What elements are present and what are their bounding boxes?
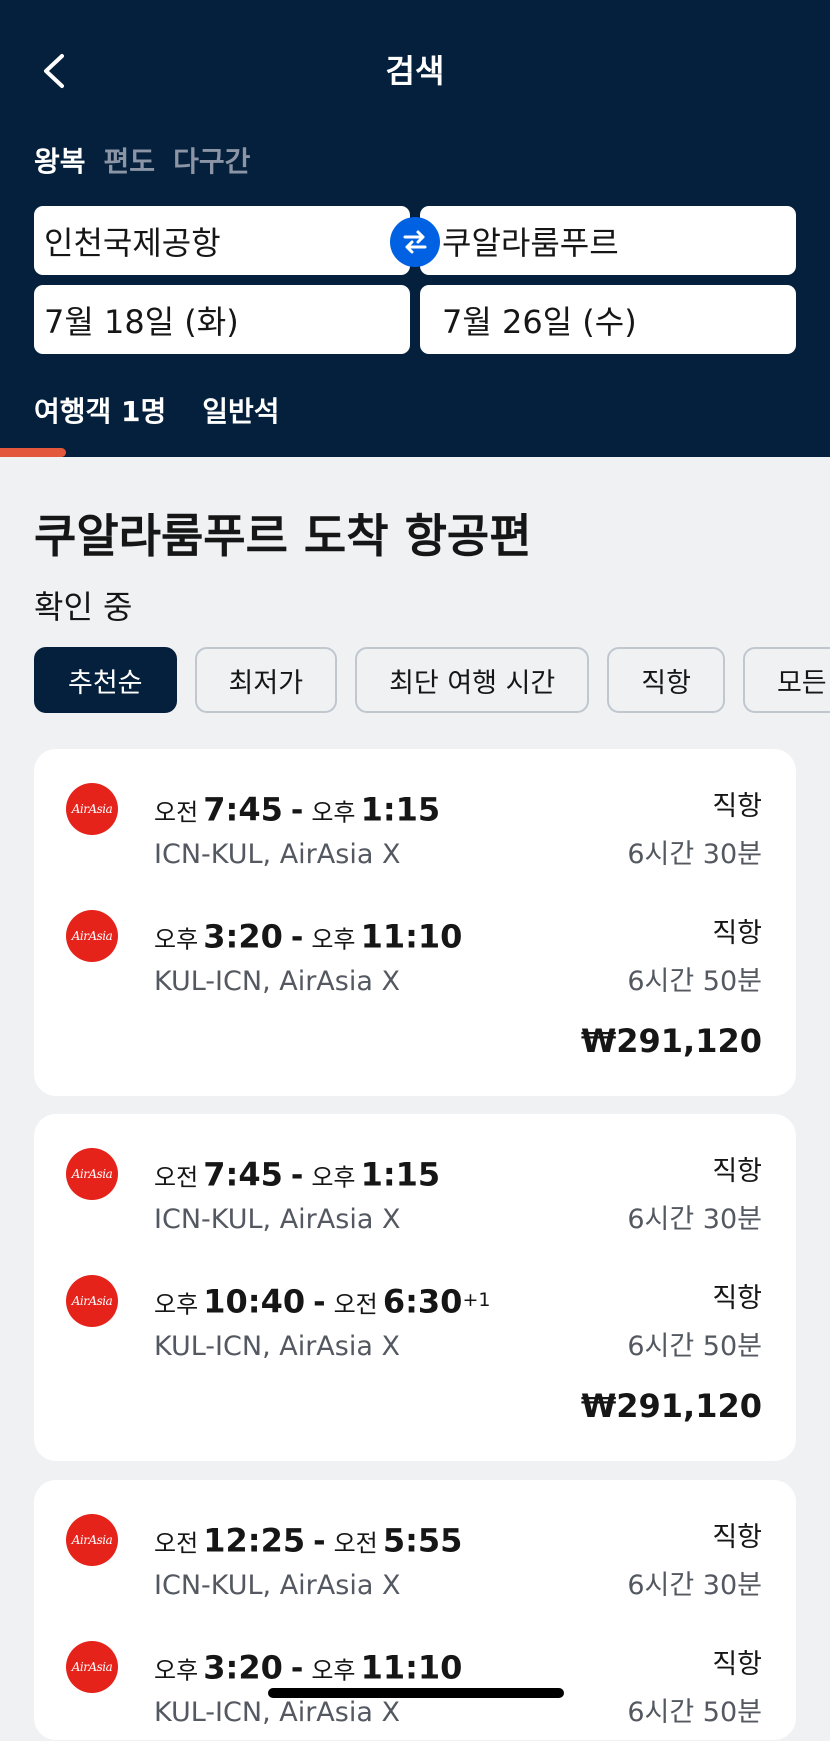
passenger-class-row: 여행객 1명 일반석	[34, 390, 280, 434]
origin-value: 인천국제공항	[44, 223, 221, 262]
leg-times: 오후 3:20- 오후 11:10	[154, 917, 463, 956]
airasia-logo: AirAsia	[66, 910, 118, 962]
departure-time: 3:20	[203, 917, 283, 956]
depart-date-field[interactable]: 7월 18일 (화)	[34, 285, 410, 354]
sort-filter-chips: 추천순 최저가 최단 여행 시간 직항 모든	[34, 647, 830, 713]
arrival-time: 1:15	[360, 790, 441, 829]
trip-type-tabs: 왕복 편도 다구간	[34, 140, 250, 184]
results-title: 쿠알라룸푸르 도착 항공편	[34, 509, 532, 563]
flight-leg-return: AirAsia 오후 10:40- 오전 6:30+1 KUL-ICN, AirA…	[34, 1275, 796, 1375]
home-indicator	[268, 1688, 564, 1698]
chip-recommended[interactable]: 추천순	[34, 647, 177, 713]
leg-times: 오전 7:45- 오후 1:15	[154, 1155, 441, 1194]
search-header: 검색 왕복 편도 다구간 인천국제공항 쿠알라룸푸르 7월 18일 (화) 7월…	[0, 0, 830, 457]
search-progress-fill	[0, 448, 67, 457]
price-label: ₩291,120	[580, 1022, 762, 1060]
page-title: 검색	[385, 52, 445, 90]
cabin-class-selector[interactable]: 일반석	[202, 390, 279, 434]
airasia-logo: AirAsia	[66, 1514, 118, 1566]
chip-direct[interactable]: 직항	[607, 647, 725, 713]
route-airline: KUL-ICN, AirAsia X	[154, 1697, 400, 1728]
departure-time: 3:20	[203, 1648, 283, 1687]
airasia-logo: AirAsia	[66, 1641, 118, 1693]
travelers-selector[interactable]: 여행객 1명	[34, 390, 166, 434]
stops-label: 직항	[712, 1649, 762, 1680]
duration-label: 6시간 50분	[627, 1697, 762, 1728]
arrival-time: 5:55	[382, 1521, 463, 1560]
tab-one-way[interactable]: 편도	[104, 140, 156, 184]
leg-times: 오후 10:40- 오전 6:30+1	[154, 1282, 491, 1321]
arrival-time: 6:30	[382, 1282, 463, 1321]
origin-field[interactable]: 인천국제공항	[34, 206, 410, 275]
next-day-marker: +1	[462, 1289, 491, 1311]
route-airline: ICN-KUL, AirAsia X	[154, 1204, 401, 1235]
stops-label: 직항	[712, 1156, 762, 1187]
duration-label: 6시간 30분	[627, 839, 762, 870]
stops-label: 직항	[712, 1283, 762, 1314]
flight-leg-outbound: AirAsia 오전 7:45- 오후 1:15 ICN-KUL, AirAsia…	[34, 783, 796, 883]
stops-label: 직항	[712, 918, 762, 949]
leg-times: 오전 12:25- 오전 5:55	[154, 1521, 463, 1560]
return-date-field[interactable]: 7월 26일 (수)	[420, 285, 796, 354]
airasia-logo: AirAsia	[66, 1148, 118, 1200]
route-airline: ICN-KUL, AirAsia X	[154, 839, 401, 870]
stops-label: 직항	[712, 791, 762, 822]
departure-time: 12:25	[203, 1521, 306, 1560]
duration-label: 6시간 50분	[627, 966, 762, 997]
destination-value: 쿠알라룸푸르	[442, 223, 619, 262]
stops-label: 직항	[712, 1522, 762, 1553]
departure-time: 7:45	[203, 790, 283, 829]
flight-card[interactable]: AirAsia 오전 7:45- 오후 1:15 ICN-KUL, AirAsia…	[34, 749, 796, 1096]
route-airline: ICN-KUL, AirAsia X	[154, 1570, 401, 1601]
flight-card[interactable]: AirAsia 오전 12:25- 오전 5:55 ICN-KUL, AirAsi…	[34, 1480, 796, 1740]
arrival-time: 11:10	[360, 917, 463, 956]
flight-card[interactable]: AirAsia 오전 7:45- 오후 1:15 ICN-KUL, AirAsia…	[34, 1114, 796, 1461]
price-label: ₩291,120	[580, 1387, 762, 1425]
duration-label: 6시간 50분	[627, 1331, 762, 1362]
chip-all[interactable]: 모든	[742, 647, 830, 713]
swap-button[interactable]	[390, 217, 440, 267]
duration-label: 6시간 30분	[627, 1204, 762, 1235]
destination-field[interactable]: 쿠알라룸푸르	[420, 206, 796, 275]
airasia-logo: AirAsia	[66, 1275, 118, 1327]
departure-time: 7:45	[203, 1155, 283, 1194]
flight-leg-return: AirAsia 오후 3:20- 오후 11:10 KUL-ICN, AirAsi…	[34, 910, 796, 1010]
tab-round-trip[interactable]: 왕복	[34, 140, 86, 184]
flight-leg-outbound: AirAsia 오전 12:25- 오전 5:55 ICN-KUL, AirAsi…	[34, 1514, 796, 1614]
duration-label: 6시간 30분	[627, 1570, 762, 1601]
arrival-time: 11:10	[360, 1648, 463, 1687]
flight-leg-outbound: AirAsia 오전 7:45- 오후 1:15 ICN-KUL, AirAsia…	[34, 1148, 796, 1248]
swap-arrows-icon	[403, 230, 427, 254]
arrival-time: 1:15	[360, 1155, 441, 1194]
chip-cheapest[interactable]: 최저가	[194, 647, 338, 713]
leg-times: 오전 7:45- 오후 1:15	[154, 790, 441, 829]
airasia-logo: AirAsia	[66, 783, 118, 835]
route-airline: KUL-ICN, AirAsia X	[154, 966, 400, 997]
search-progress-bar	[0, 448, 830, 457]
tab-multi-city[interactable]: 다구간	[173, 140, 250, 184]
departure-time: 10:40	[203, 1282, 306, 1321]
chip-fastest[interactable]: 최단 여행 시간	[355, 647, 590, 713]
search-status: 확인 중	[34, 588, 133, 626]
route-airline: KUL-ICN, AirAsia X	[154, 1331, 400, 1362]
depart-date-value: 7월 18일 (화)	[44, 302, 239, 341]
return-date-value: 7월 26일 (수)	[442, 302, 637, 341]
